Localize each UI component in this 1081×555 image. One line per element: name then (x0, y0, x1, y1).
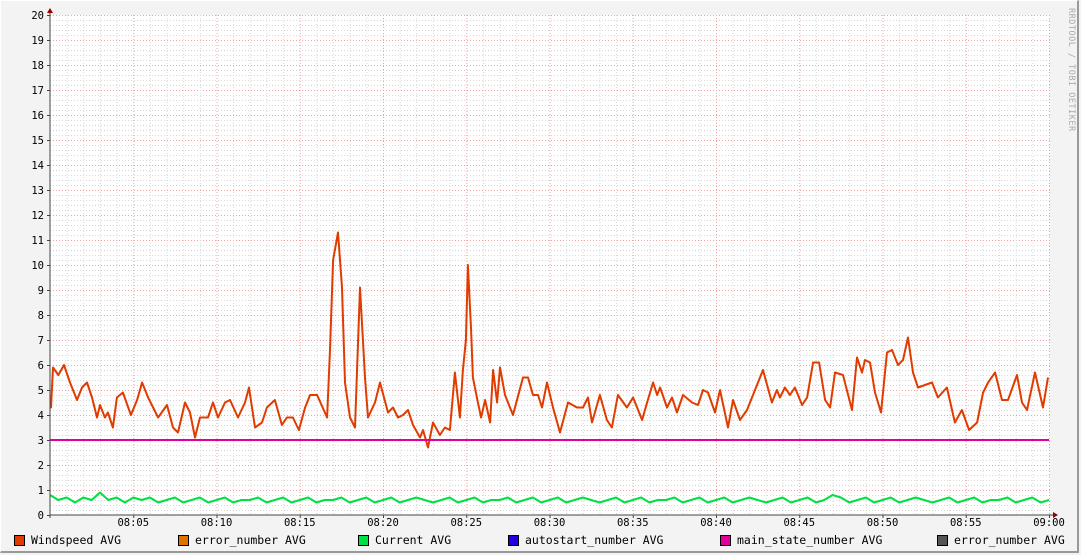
legend-label: Current AVG (375, 533, 452, 547)
rrd-chart: 01234567891011121314151617181920 08:05 08… (31, 8, 1065, 529)
y-tick-label: 20 (31, 10, 44, 22)
y-axis-arrow-icon (47, 8, 53, 13)
legend: Windspeed AVG error_number AVG Current AVG… (14, 533, 1074, 549)
x-tick-label: 08:10 (201, 517, 233, 529)
legend-item: Windspeed AVG (14, 533, 121, 547)
y-tick-label: 3 (38, 435, 44, 447)
y-tick-label: 0 (38, 510, 44, 522)
y-tick-labels: 01234567891011121314151617181920 (31, 10, 50, 522)
legend-swatch-icon (937, 534, 948, 546)
legend-item: main_state_number AVG (720, 533, 882, 547)
y-tick-label: 19 (31, 35, 44, 47)
x-tick-label: 08:40 (700, 517, 732, 529)
y-tick-label: 16 (31, 110, 44, 122)
y-tick-label: 12 (31, 210, 44, 222)
legend-label: error_number AVG (195, 533, 306, 547)
y-tick-label: 17 (31, 85, 44, 97)
legend-label: main_state_number AVG (737, 533, 883, 547)
x-tick-label: 08:35 (617, 517, 649, 529)
x-tick-label: 09:00 (1033, 517, 1065, 529)
x-tick-label: 08:45 (783, 517, 815, 529)
x-tick-label: 08:15 (284, 517, 316, 529)
x-tick-label: 08:25 (450, 517, 482, 529)
legend-swatch-icon (178, 534, 189, 546)
y-tick-label: 1 (38, 485, 44, 497)
legend-label: autostart_number AVG (525, 533, 664, 547)
x-tick-label: 08:55 (950, 517, 982, 529)
y-tick-label: 4 (38, 410, 44, 422)
y-tick-label: 6 (38, 360, 44, 372)
x-tick-label: 08:50 (867, 517, 899, 529)
x-tick-labels: 08:05 08:10 08:15 08:20 08:25 08:30 08:35 08:40… (117, 515, 1065, 529)
legend-label: Windspeed AVG (31, 533, 122, 547)
y-tick-label: 5 (38, 385, 44, 397)
x-tick-label: 08:05 (117, 517, 149, 529)
y-tick-label: 18 (31, 60, 44, 72)
y-tick-label: 15 (31, 135, 44, 147)
legend-item: error_number AVG (937, 533, 1065, 547)
y-tick-label: 7 (38, 335, 44, 347)
y-tick-label: 13 (31, 185, 44, 197)
x-tick-label: 08:20 (367, 517, 399, 529)
y-tick-label: 8 (38, 310, 44, 322)
y-tick-label: 11 (31, 235, 44, 247)
legend-item: Current AVG (358, 533, 451, 547)
y-tick-label: 14 (31, 160, 44, 172)
legend-item: autostart_number AVG (508, 533, 663, 547)
y-tick-label: 9 (38, 285, 44, 297)
legend-swatch-icon (14, 534, 25, 546)
x-tick-label: 08:30 (534, 517, 566, 529)
legend-swatch-icon (508, 534, 519, 546)
watermark: RRDTOOL / TOBI OETIKER (1066, 8, 1076, 132)
legend-item: error_number AVG (178, 533, 306, 547)
legend-swatch-icon (720, 534, 731, 546)
legend-label: error_number AVG (954, 533, 1065, 547)
legend-swatch-icon (358, 534, 369, 546)
y-tick-label: 2 (38, 460, 44, 472)
y-tick-label: 10 (31, 260, 44, 272)
